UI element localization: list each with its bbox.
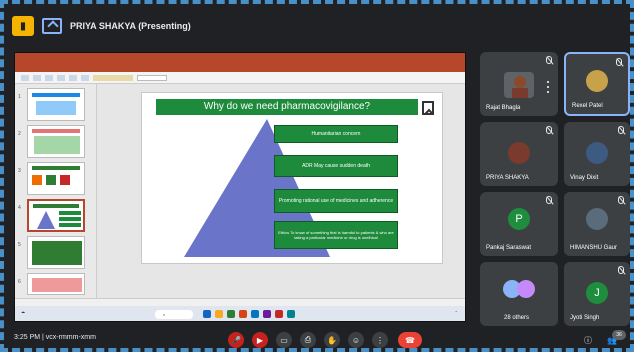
powerpoint-menu-bar <box>15 63 465 72</box>
participant-count-badge: 36 <box>612 330 626 340</box>
end-call-button[interactable]: ☎ <box>398 332 422 348</box>
bookmark-icon <box>422 101 434 115</box>
participant-avatar <box>586 142 608 164</box>
camera-toggle-button[interactable]: ▶ <box>252 332 268 348</box>
shared-screen: 1 2 3 4 5 6 Why do we need pharmacovigil… <box>14 52 466 322</box>
reactions-button[interactable]: ☺ <box>348 332 364 348</box>
slide-thumbnail[interactable] <box>27 162 85 195</box>
slide-editing-area: Why do we need pharmacovigilance? Humani… <box>97 84 465 298</box>
participant-avatar: J <box>586 282 608 304</box>
present-button[interactable]: ⎙ <box>300 332 316 348</box>
participant-tile[interactable]: P Pankaj Saraswat <box>480 192 558 256</box>
participant-name: PRIYA SHAKYA <box>486 175 529 181</box>
info-icon: ⓘ <box>584 335 592 345</box>
slide-thumbnail-selected[interactable] <box>27 199 85 232</box>
mic-icon: 🎤 <box>231 335 241 345</box>
participant-name: Rajat Bhagla <box>486 105 521 111</box>
present-icon: ⎙ <box>304 335 312 344</box>
mic-off-icon <box>546 56 552 64</box>
slide-thumbnails: 1 2 3 4 5 6 <box>15 84 97 298</box>
more-options-button[interactable]: ⋮ <box>372 332 388 348</box>
camera-icon: ▶ <box>256 335 264 345</box>
mic-off-icon <box>618 126 624 134</box>
participant-tile[interactable]: PRIYA SHAKYA <box>480 122 558 186</box>
others-tile[interactable]: 28 others <box>480 262 558 326</box>
participant-avatar: P <box>508 208 530 230</box>
meeting-time: 3:25 PM <box>14 334 41 341</box>
mic-toggle-button[interactable]: 🎤 <box>228 332 244 348</box>
taskbar-app-icon[interactable] <box>203 310 211 318</box>
mic-off-icon <box>618 196 624 204</box>
pyramid-box-2: ADR May cause sudden death <box>274 155 398 177</box>
participant-name: Rexel Patel <box>572 103 603 109</box>
others-count: 28 others <box>504 315 530 321</box>
meeting-code: vcx-rmmm-xmm <box>45 334 96 341</box>
meeting-badge-icon: ▮ <box>12 16 34 36</box>
participant-avatar <box>586 208 608 230</box>
taskbar-app-icon[interactable] <box>227 310 235 318</box>
participant-name: HIMANSHU Gaur <box>570 245 618 251</box>
raise-hand-button[interactable]: ✋ <box>324 332 340 348</box>
participant-tile[interactable]: HIMANSHU Gaur <box>564 192 630 256</box>
participant-tile[interactable]: Rajat Bhagla <box>480 52 558 116</box>
taskbar-clock-icon: ◔ <box>454 309 457 314</box>
slide-thumbnail[interactable] <box>27 88 85 121</box>
taskbar-app-icon[interactable] <box>263 310 271 318</box>
captions-button[interactable]: ▭ <box>276 332 292 348</box>
participant-name: Jyoti Singh <box>570 315 600 321</box>
more-options-icon[interactable] <box>544 80 552 94</box>
info-button[interactable]: ⓘ <box>580 332 596 348</box>
hand-icon: ✋ <box>327 335 337 345</box>
taskbar-app-icon[interactable] <box>287 310 295 318</box>
slide-thumbnail[interactable] <box>27 236 85 269</box>
slide-thumbnail[interactable] <box>27 273 85 295</box>
participant-video <box>504 72 534 98</box>
presenting-bar: ▮ PRIYA SHAKYA (Presenting) <box>6 6 628 46</box>
taskbar-app-icon[interactable] <box>275 310 283 318</box>
mic-off-icon <box>616 58 622 66</box>
powerpoint-ribbon <box>15 72 465 84</box>
more-vert-icon: ⋮ <box>376 335 384 345</box>
participant-tile[interactable]: J Jyoti Singh <box>564 262 630 326</box>
slide-thumbnail[interactable] <box>27 125 85 158</box>
powerpoint-status-bar <box>15 298 465 306</box>
pyramid-box-1: Humanitarian concern <box>274 125 398 143</box>
taskbar-app-icon[interactable] <box>251 310 259 318</box>
mic-off-icon <box>546 196 552 204</box>
meeting-clock: 3:25 PM | vcx-rmmm-xmm <box>14 334 96 341</box>
mic-off-icon <box>546 126 552 134</box>
participant-name: Pankaj Saraswat <box>486 245 532 251</box>
slide-title: Why do we need pharmacovigilance? <box>156 99 418 115</box>
windows-taskbar: ☁ ⌕ ◔ <box>15 306 465 321</box>
present-screen-icon <box>42 18 62 34</box>
current-slide: Why do we need pharmacovigilance? Humani… <box>141 92 443 264</box>
taskbar-weather-icon: ☁ <box>21 309 25 314</box>
participant-avatar <box>517 280 535 298</box>
powerpoint-workspace: 1 2 3 4 5 6 Why do we need pharmacovigil… <box>15 84 465 298</box>
participant-tile[interactable]: Vinay Dixit <box>564 122 630 186</box>
powerpoint-title-bar <box>15 53 465 63</box>
pyramid-box-4: Ethics To know of something that is harm… <box>274 221 398 249</box>
taskbar-app-icon[interactable] <box>215 310 223 318</box>
captions-icon: ▭ <box>280 335 288 345</box>
participant-name: Vinay Dixit <box>570 175 599 181</box>
participant-tile-active[interactable]: Rexel Patel <box>564 52 630 116</box>
taskbar-app-icon[interactable] <box>239 310 247 318</box>
meeting-controls-bar: 3:25 PM | vcx-rmmm-xmm 🎤 ▶ ▭ ⎙ ✋ ☺ ⋮ ☎ ⓘ… <box>6 330 628 350</box>
hang-up-icon: ☎ <box>405 335 415 345</box>
mic-off-icon <box>618 266 624 274</box>
emoji-icon: ☺ <box>351 335 361 345</box>
pyramid-box-3: Promoting rational use of medicines and … <box>274 189 398 213</box>
participant-avatar <box>586 70 608 92</box>
presenter-label: PRIYA SHAKYA (Presenting) <box>70 21 191 31</box>
participant-avatar <box>508 142 530 164</box>
taskbar-search-icon[interactable]: ⌕ <box>155 310 193 319</box>
